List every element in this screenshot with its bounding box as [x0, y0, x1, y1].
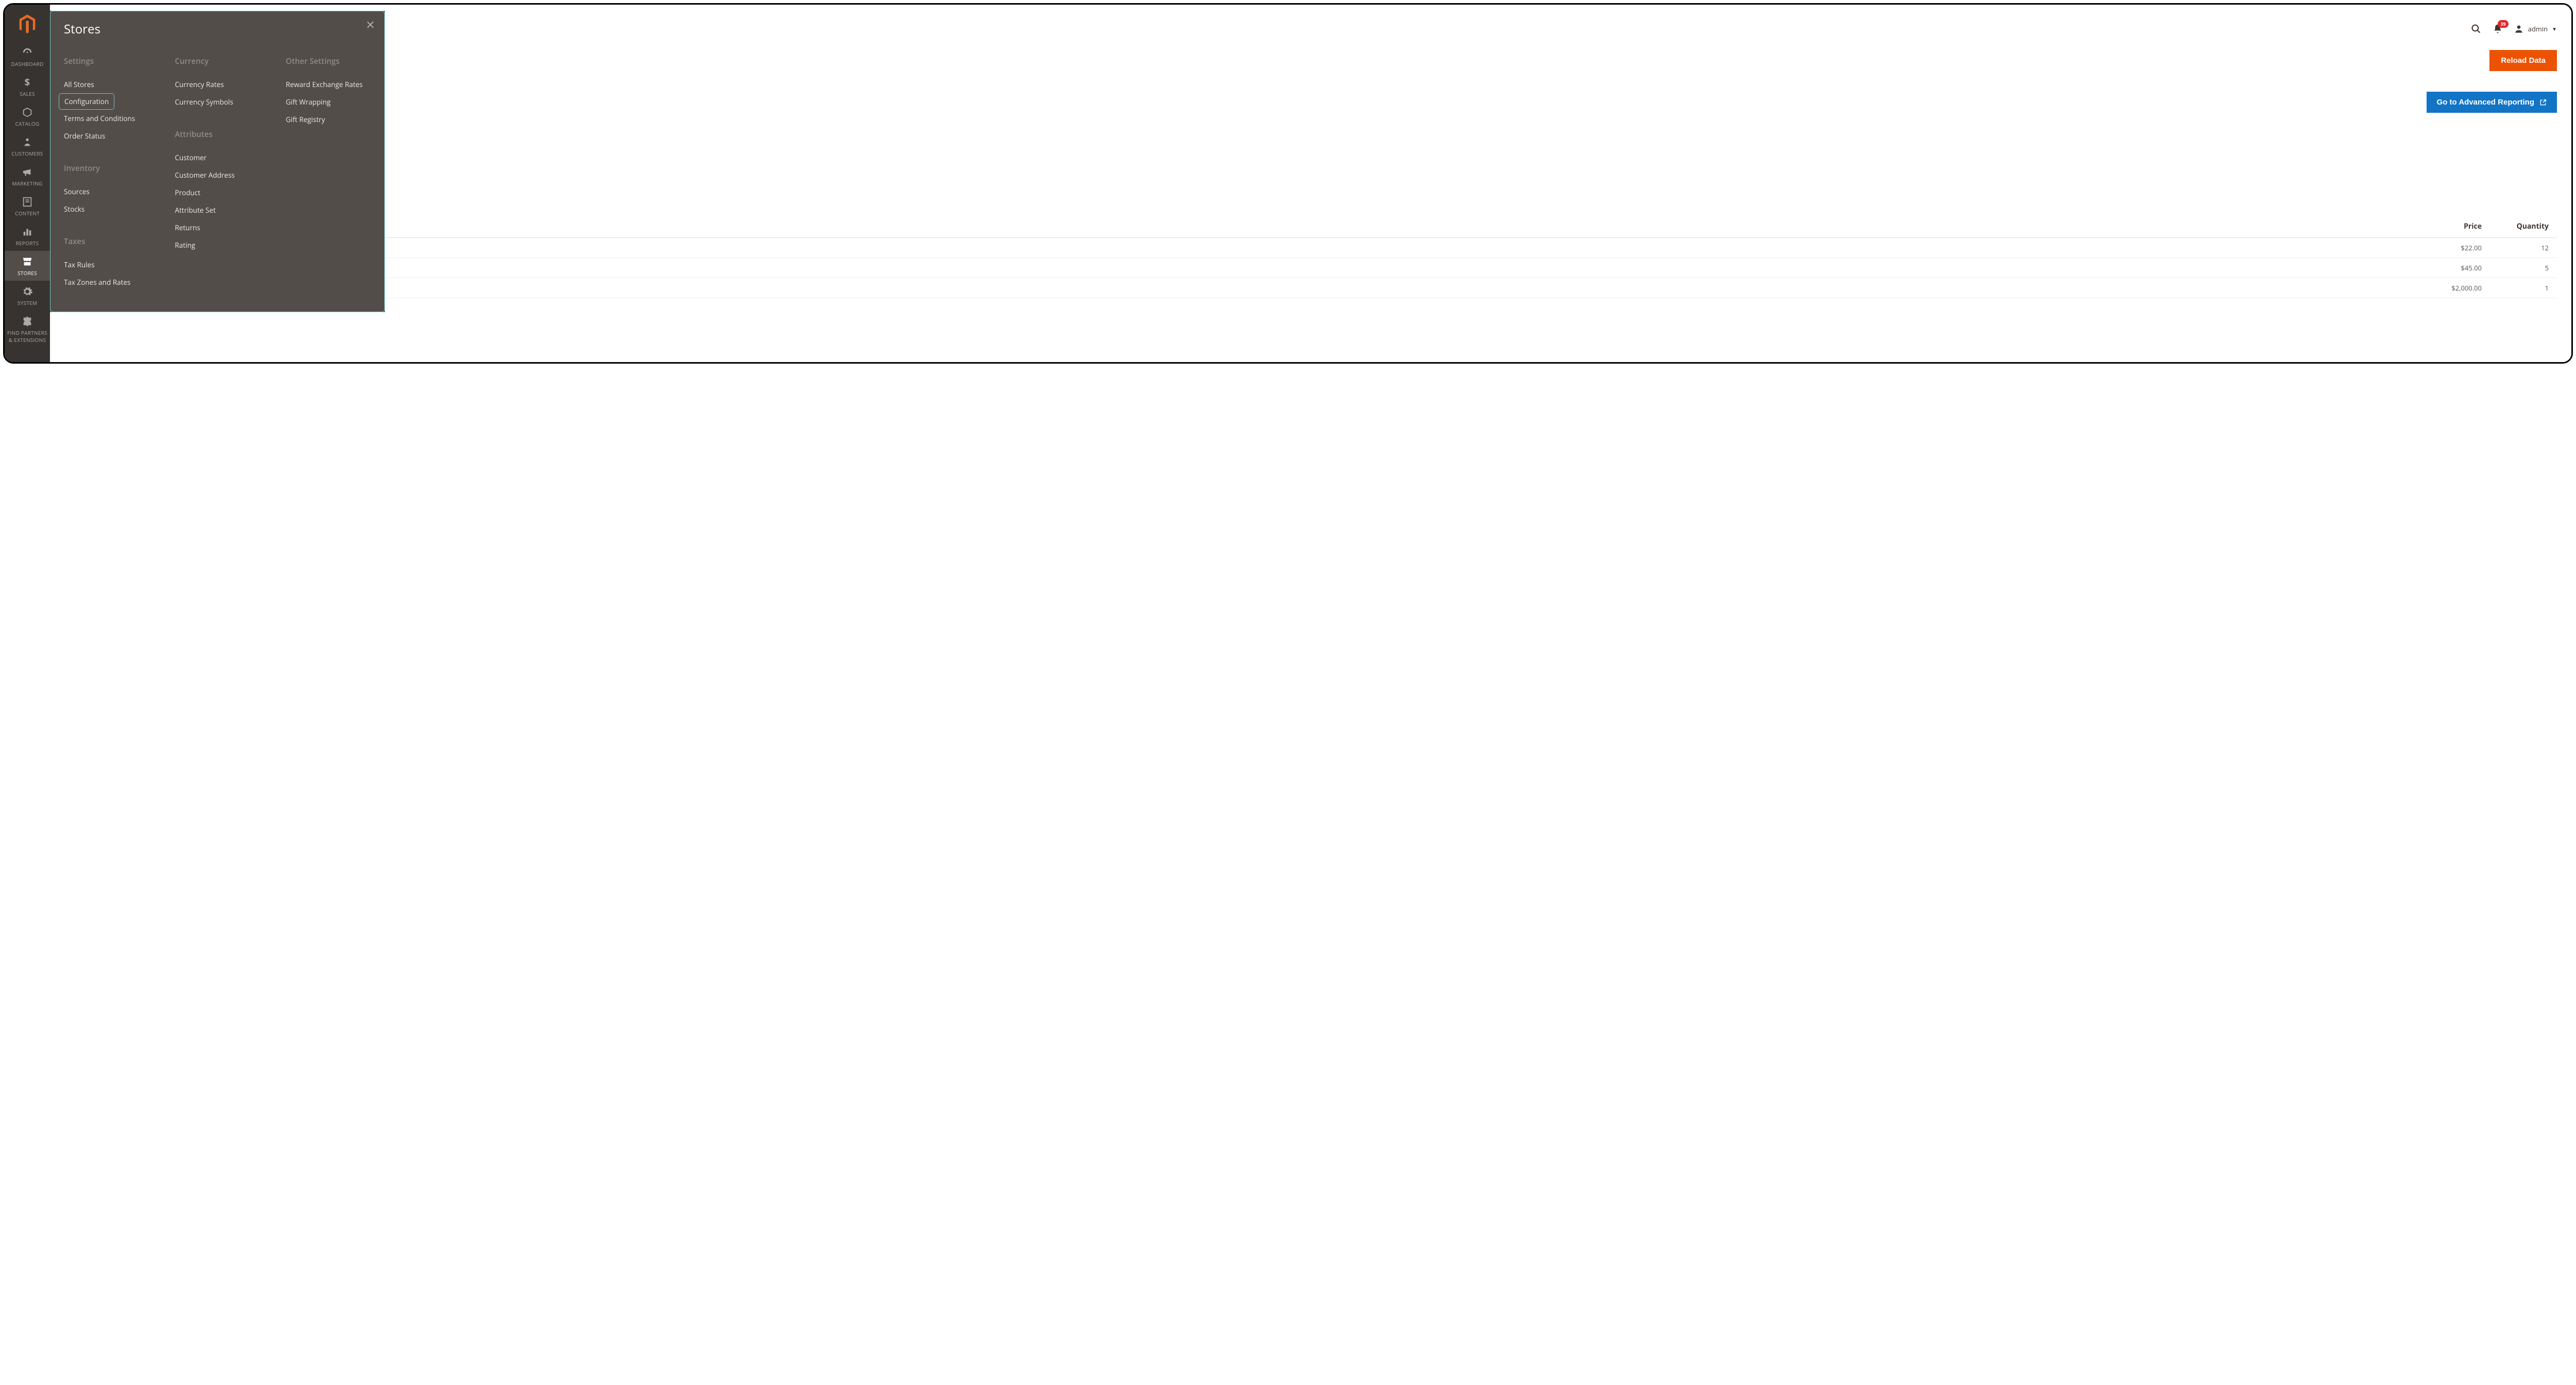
dashboard-icon: [22, 47, 33, 58]
gear-icon: [22, 286, 33, 297]
nav-label: DASHBOARD: [5, 60, 50, 67]
close-icon[interactable]: ✕: [366, 19, 375, 32]
flyout-link-attribute-set[interactable]: Attribute Set: [175, 201, 260, 219]
flyout-group-title: Inventory: [64, 163, 149, 174]
chart-enable-note: e the chart, click here.: [64, 126, 2557, 136]
magento-logo[interactable]: [17, 14, 38, 35]
nav-catalog[interactable]: CATALOG: [5, 101, 50, 131]
dashboard-tabs: iewed ProductsNew CustomersCustomersYotp…: [64, 190, 2557, 210]
nav-marketing[interactable]: MARKETING: [5, 161, 50, 191]
cell-qty: 12: [2490, 238, 2557, 258]
flyout-group-title: Taxes: [64, 236, 149, 247]
flyout-link-customer-address[interactable]: Customer Address: [175, 166, 260, 184]
nav-label: CUSTOMERS: [5, 150, 50, 157]
store-icon: [22, 256, 33, 267]
flyout-link-currency-rates[interactable]: Currency Rates: [175, 76, 260, 93]
flyout-link-gift-wrapping[interactable]: Gift Wrapping: [286, 93, 371, 111]
cell-price: $22.00: [2408, 238, 2490, 258]
cell-price: $45.00: [2408, 258, 2490, 278]
products-table: Price Quantity $22.0012$45.005$2,000.001: [64, 215, 2557, 298]
reload-data-button[interactable]: Reload Data: [2489, 50, 2557, 71]
external-link-icon: [2539, 99, 2547, 106]
flyout-link-tax-zones-and-rates[interactable]: Tax Zones and Rates: [64, 273, 149, 291]
user-name: admin: [2528, 24, 2548, 33]
flyout-link-terms-and-conditions[interactable]: Terms and Conditions: [64, 110, 149, 127]
cell-qty: 1: [2490, 278, 2557, 298]
nav-label: REPORTS: [5, 240, 50, 247]
nav-label: STORES: [5, 269, 50, 277]
flyout-group-title: Currency: [175, 56, 260, 66]
flyout-link-currency-symbols[interactable]: Currency Symbols: [175, 93, 260, 111]
topbar: 39 admin ▼: [64, 13, 2557, 50]
chart-icon: [22, 226, 33, 237]
user-icon: [2514, 24, 2524, 34]
cell-price: $2,000.00: [2408, 278, 2490, 298]
table-row[interactable]: $45.005: [64, 258, 2557, 278]
search-icon[interactable]: [2470, 23, 2482, 35]
box-icon: [22, 107, 33, 118]
flyout-link-all-stores[interactable]: All Stores: [64, 76, 149, 93]
dollar-icon: $: [22, 77, 33, 88]
admin-sidebar: DASHBOARD $ SALES CATALOG CUSTOMERS MARK…: [5, 5, 50, 362]
nav-label: SALES: [5, 90, 50, 97]
svg-text:$: $: [25, 77, 30, 88]
flyout-link-reward-exchange-rates[interactable]: Reward Exchange Rates: [286, 76, 371, 93]
nav-label: CATALOG: [5, 120, 50, 127]
page-icon: [22, 196, 33, 208]
flyout-link-returns[interactable]: Returns: [175, 219, 260, 236]
megaphone-icon: [22, 166, 33, 178]
nav-label: SYSTEM: [5, 299, 50, 306]
nav-sales[interactable]: $ SALES: [5, 72, 50, 101]
notification-count: 39: [2498, 20, 2508, 28]
stores-flyout: ✕ Stores Settings All StoresConfiguration…: [50, 11, 385, 312]
nav-label: FIND PARTNERS & EXTENSIONS: [5, 329, 50, 344]
person-icon: [22, 136, 33, 148]
button-label: Go to Advanced Reporting: [2437, 98, 2534, 107]
chevron-down-icon: ▼: [2552, 25, 2557, 32]
main-content: 39 admin ▼ Reload Data reports tailored …: [50, 5, 2571, 362]
nav-stores[interactable]: STORES: [5, 251, 50, 281]
table-header-name: [64, 215, 2408, 238]
puzzle-icon: [22, 316, 33, 327]
flyout-link-tax-rules[interactable]: Tax Rules: [64, 256, 149, 273]
nav-customers[interactable]: CUSTOMERS: [5, 131, 50, 161]
flyout-link-sources[interactable]: Sources: [64, 183, 149, 200]
flyout-group-title: Attributes: [175, 129, 260, 140]
flyout-group-title: Settings: [64, 56, 149, 66]
cell-qty: 5: [2490, 258, 2557, 278]
table-row[interactable]: $22.0012: [64, 238, 2557, 258]
user-menu[interactable]: admin ▼: [2514, 24, 2557, 34]
nav-partners[interactable]: FIND PARTNERS & EXTENSIONS: [5, 311, 50, 348]
stats-row: Tax$0.00Shipping$0.00Quantity0: [64, 145, 2557, 171]
table-row[interactable]: $2,000.001: [64, 278, 2557, 298]
flyout-group-title: Other Settings: [286, 56, 371, 66]
nav-reports[interactable]: REPORTS: [5, 221, 50, 251]
flyout-link-product[interactable]: Product: [175, 184, 260, 201]
nav-system[interactable]: SYSTEM: [5, 281, 50, 311]
flyout-title: Stores: [64, 21, 371, 38]
flyout-link-customer[interactable]: Customer: [175, 149, 260, 166]
flyout-link-order-status[interactable]: Order Status: [64, 127, 149, 145]
nav-label: CONTENT: [5, 210, 50, 217]
flyout-link-configuration[interactable]: Configuration: [59, 93, 114, 110]
advanced-reporting-button[interactable]: Go to Advanced Reporting: [2427, 92, 2557, 113]
nav-dashboard[interactable]: DASHBOARD: [5, 42, 50, 72]
nav-content[interactable]: CONTENT: [5, 191, 50, 221]
flyout-link-stocks[interactable]: Stocks: [64, 200, 149, 218]
flyout-link-rating[interactable]: Rating: [175, 236, 260, 254]
notifications-bell[interactable]: 39: [2492, 23, 2503, 35]
flyout-link-gift-registry[interactable]: Gift Registry: [286, 111, 371, 128]
table-header-price: Price: [2408, 215, 2490, 238]
nav-label: MARKETING: [5, 180, 50, 187]
table-header-quantity: Quantity: [2490, 215, 2557, 238]
